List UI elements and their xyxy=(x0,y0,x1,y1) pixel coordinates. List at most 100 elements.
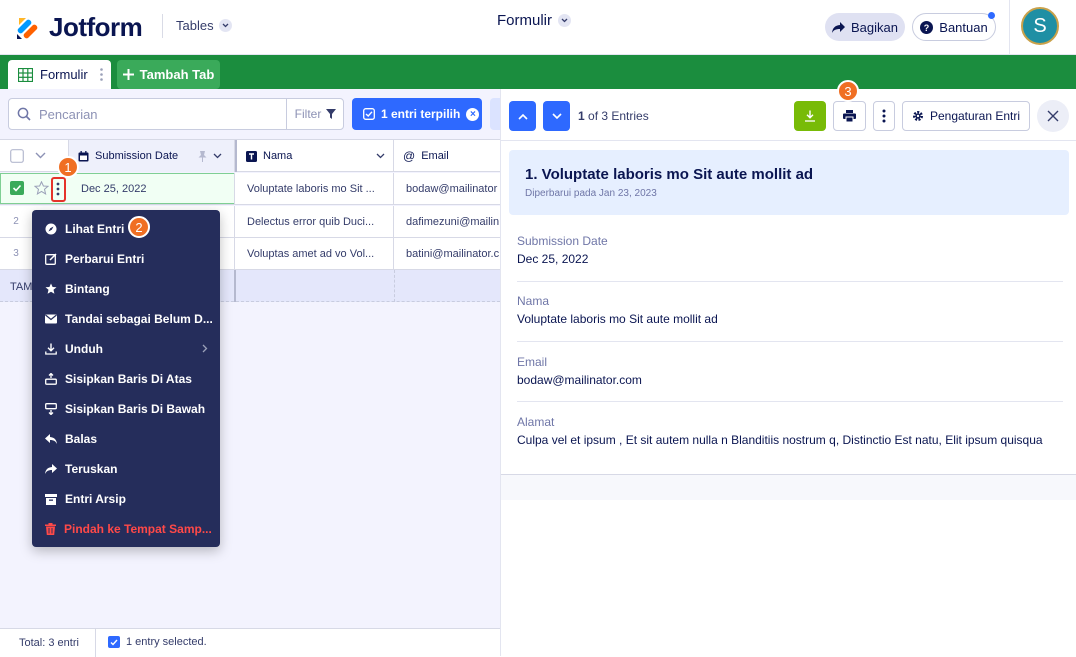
menu-item-insert-row-above[interactable]: Sisipkan Baris Di Atas xyxy=(32,364,220,394)
menu-item-download[interactable]: Unduh xyxy=(32,334,220,364)
menu-item-move-to-trash[interactable]: Pindah ke Tempat Samp... xyxy=(32,514,220,544)
selected-entries-chip[interactable]: 1 entri terpilih × xyxy=(352,98,482,130)
field-submission-date: Submission Date Dec 25, 2022 xyxy=(517,234,1063,282)
entry-summary-card: 1. Voluptate laboris mo Sit aute mollit … xyxy=(509,150,1069,215)
menu-item-view-entry[interactable]: Lihat Entri xyxy=(32,214,220,244)
menu-item-archive-entry[interactable]: Entri Arsip xyxy=(32,484,220,514)
filter-button[interactable]: Filter xyxy=(286,99,344,129)
cell-nama[interactable]: Delectus error quib Duci... xyxy=(235,206,394,237)
user-avatar[interactable]: S xyxy=(1021,7,1059,45)
menu-item-star[interactable]: Bintang xyxy=(32,274,220,304)
form-title[interactable]: Formulir xyxy=(497,12,571,29)
add-tab-button[interactable]: Tambah Tab xyxy=(117,60,220,89)
column-divider xyxy=(234,270,236,302)
tables-menu[interactable]: Tables xyxy=(176,18,232,33)
field-value[interactable]: Voluptate laboris mo Sit aute mollit ad xyxy=(517,312,718,326)
help-icon: ? xyxy=(920,20,934,34)
chevron-down-icon xyxy=(213,153,222,159)
menu-item-label: Tandai sebagai Belum D... xyxy=(65,312,213,326)
menu-item-label: Unduh xyxy=(65,342,103,356)
tab-formulir[interactable]: Formulir xyxy=(8,60,111,89)
column-header-nama[interactable]: Nama xyxy=(235,140,394,172)
column-header-submission-date[interactable]: Submission Date xyxy=(69,140,235,172)
cell-email[interactable]: bodaw@mailinator xyxy=(394,173,500,204)
column-header-email[interactable]: @ Email xyxy=(394,140,500,172)
entry-settings-label: Pengaturan Entri xyxy=(929,109,1021,123)
column-header-label: Submission Date xyxy=(95,150,179,162)
share-button[interactable]: Bagikan xyxy=(825,13,905,41)
chevron-up-icon xyxy=(517,113,528,120)
field-label: Nama xyxy=(517,294,550,308)
download-icon xyxy=(45,343,57,355)
tab-bar: Formulir Tambah Tab xyxy=(0,55,1076,89)
help-label: Bantuan xyxy=(939,19,988,35)
menu-item-reply[interactable]: Balas xyxy=(32,424,220,454)
checkbox-checked-icon xyxy=(363,108,375,120)
archive-icon xyxy=(45,493,57,505)
jotform-logo-icon xyxy=(17,17,38,39)
jotform-logo[interactable]: Jotform xyxy=(15,12,143,43)
close-icon xyxy=(1047,110,1059,122)
menu-item-label: Balas xyxy=(65,432,98,446)
chevron-down-icon[interactable] xyxy=(35,152,46,159)
cell-submission-date[interactable]: Dec 25, 2022 xyxy=(69,173,235,204)
menu-item-label: Entri Arsip xyxy=(65,492,126,506)
step-badge-3: 3 xyxy=(837,80,859,102)
tables-menu-label: Tables xyxy=(176,18,214,33)
close-detail-button[interactable] xyxy=(1037,100,1069,132)
selection-status: 1 entry selected. xyxy=(108,636,207,648)
field-value[interactable]: Culpa vel et ipsum , Et sit autem nulla … xyxy=(517,433,1043,447)
envelope-icon xyxy=(45,314,57,324)
field-value[interactable]: bodaw@mailinator.com xyxy=(517,373,642,387)
cell-email[interactable]: batini@mailinator.c xyxy=(394,238,500,269)
table-row[interactable]: Dec 25, 2022 Voluptate laboris mo Sit ..… xyxy=(0,173,500,205)
entry-toolbar: 1 of 3 Entries Pengaturan Entri xyxy=(501,89,1076,141)
row-options-highlight xyxy=(51,177,66,202)
download-entry-button[interactable] xyxy=(794,101,826,131)
toolbar-overflow-edge xyxy=(490,98,500,130)
menu-item-label: Pindah ke Tempat Samp... xyxy=(64,522,212,536)
cell-email[interactable]: dafimezuni@mailin xyxy=(394,206,500,237)
chevron-right-icon xyxy=(202,344,208,353)
print-entry-button[interactable] xyxy=(833,101,866,131)
entry-updated-date: Diperbarui pada Jan 23, 2023 xyxy=(525,188,657,199)
row-checkbox[interactable] xyxy=(10,181,24,195)
text-field-icon xyxy=(246,150,257,162)
printer-icon xyxy=(843,110,856,122)
cell-nama[interactable]: Voluptas amet ad vo Vol... xyxy=(235,238,394,269)
search-input[interactable] xyxy=(39,99,279,129)
star-icon[interactable] xyxy=(34,181,49,195)
selected-entries-label: 1 entri terpilih xyxy=(381,107,461,121)
tab-formulir-label: Formulir xyxy=(40,67,88,82)
filter-funnel-icon xyxy=(326,109,337,119)
pin-icon xyxy=(198,150,207,162)
field-label: Submission Date xyxy=(517,234,608,248)
more-options-button[interactable] xyxy=(873,101,895,131)
select-all-checkbox[interactable] xyxy=(10,149,24,163)
filter-label: Filter xyxy=(294,107,322,121)
help-button[interactable]: ? Bantuan xyxy=(912,13,996,41)
add-row-label: TAM xyxy=(10,281,33,293)
menu-item-forward[interactable]: Teruskan xyxy=(32,454,220,484)
entry-counter: 1 of 3 Entries xyxy=(578,109,649,123)
step-badge-2: 2 xyxy=(128,216,150,238)
menu-item-mark-unread[interactable]: Tandai sebagai Belum D... xyxy=(32,304,220,334)
menu-item-insert-row-below[interactable]: Sisipkan Baris Di Bawah xyxy=(32,394,220,424)
menu-item-edit-entry[interactable]: Perbarui Entri xyxy=(32,244,220,274)
field-value[interactable]: Dec 25, 2022 xyxy=(517,252,588,266)
previous-entry-button[interactable] xyxy=(509,101,536,131)
field-alamat: Alamat Culpa vel et ipsum , Et sit autem… xyxy=(517,415,1063,460)
menu-item-label: Lihat Entri xyxy=(65,222,125,236)
clear-selection-icon[interactable]: × xyxy=(466,107,480,121)
form-title-label: Formulir xyxy=(497,12,552,29)
next-entry-button[interactable] xyxy=(543,101,570,131)
tab-options-icon[interactable] xyxy=(100,68,103,81)
header-divider xyxy=(1009,0,1010,55)
menu-item-label: Bintang xyxy=(65,282,110,296)
table-footer: Total: 3 entri 1 entry selected. xyxy=(0,628,500,657)
cell-nama[interactable]: Voluptate laboris mo Sit ... xyxy=(235,173,394,204)
field-nama: Nama Voluptate laboris mo Sit aute molli… xyxy=(517,294,1063,342)
selection-status-label: 1 entry selected. xyxy=(126,636,207,648)
field-label: Email xyxy=(517,355,548,369)
entry-settings-button[interactable]: Pengaturan Entri xyxy=(902,101,1030,131)
